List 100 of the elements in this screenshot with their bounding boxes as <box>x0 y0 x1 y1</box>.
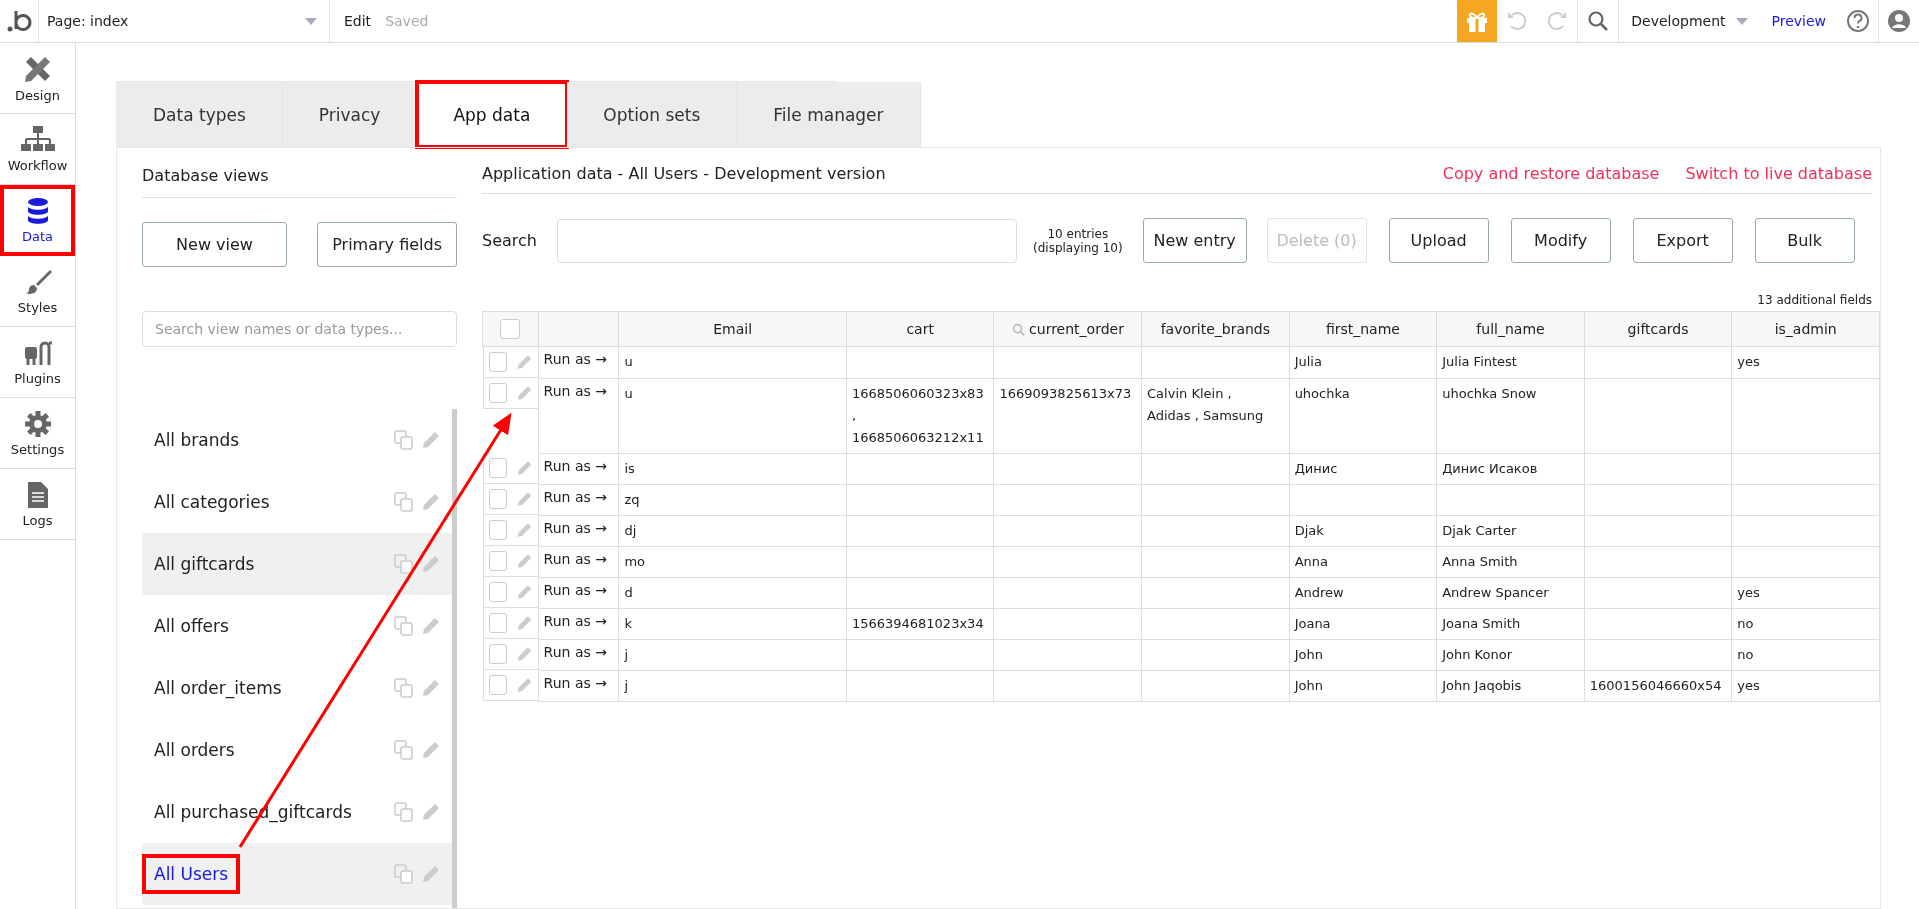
checkbox[interactable] <box>488 644 508 664</box>
checkbox[interactable] <box>500 319 521 339</box>
action-button[interactable]: New view <box>142 222 287 267</box>
action-button[interactable]: Bulk <box>1754 218 1855 263</box>
pencil-icon[interactable] <box>517 615 533 631</box>
gift-button[interactable] <box>1457 0 1498 42</box>
action-button[interactable]: Export <box>1632 218 1733 263</box>
section-title: Application data - All Users - Development version <box>482 164 886 183</box>
nav-item[interactable]: Logs <box>0 469 75 540</box>
save-status: Saved <box>385 13 429 29</box>
view-list-item[interactable]: All orders <box>142 719 452 781</box>
pencil-icon[interactable] <box>517 460 533 476</box>
pencil-icon[interactable] <box>422 555 440 573</box>
table-cell-text: no <box>1737 614 1755 633</box>
checkbox[interactable] <box>488 520 508 540</box>
view-list-item[interactable]: All offers <box>142 595 452 657</box>
pencil-icon[interactable] <box>517 354 533 370</box>
pencil-icon[interactable] <box>517 553 533 569</box>
column-header[interactable]: cart <box>846 311 994 347</box>
database-link[interactable]: Switch to live database <box>1685 164 1872 183</box>
pencil-icon[interactable] <box>422 431 440 449</box>
table-cell-text: Anna Smith <box>1442 552 1519 571</box>
column-header[interactable]: full_name <box>1436 311 1585 347</box>
pencil-icon[interactable] <box>517 491 533 507</box>
column-header[interactable]: current_order <box>993 311 1142 347</box>
nav-item[interactable]: Settings <box>0 398 75 469</box>
action-button[interactable]: Primary fields <box>317 222 457 267</box>
column-header[interactable]: giftcards <box>1584 311 1732 347</box>
column-header[interactable]: is_admin <box>1731 311 1880 347</box>
table-cell-text: Calvin Klein , <box>1147 384 1233 403</box>
search-field[interactable]: Search view names or data types... <box>142 311 457 347</box>
view-name: All giftcards <box>154 553 256 576</box>
table-cell-text: yes <box>1737 353 1761 371</box>
view-list-item[interactable]: All order_items <box>142 657 452 719</box>
search-label: Search <box>482 231 538 250</box>
table-cell-text: 1668506063212x11 <box>851 428 985 447</box>
table-cell-text: Djak <box>1294 521 1325 540</box>
column-header[interactable]: Email <box>618 311 847 347</box>
version-dropdown[interactable]: Development <box>1618 0 1760 42</box>
checkbox[interactable] <box>488 489 508 509</box>
view-name: All offers <box>154 615 230 638</box>
nav-item[interactable]: Styles <box>0 256 75 327</box>
pencil-icon[interactable] <box>422 493 440 511</box>
action-button[interactable]: Upload <box>1388 218 1489 263</box>
pencil-icon[interactable] <box>422 679 440 697</box>
checkbox[interactable] <box>488 383 508 403</box>
table-cell-text: yes <box>1737 676 1761 695</box>
run-as-link[interactable]: Run as → <box>543 382 607 399</box>
pencil-icon[interactable] <box>517 677 533 693</box>
view-list-item[interactable]: All Users <box>142 843 452 905</box>
table-cell-text: Julia <box>1294 353 1323 371</box>
nav-item[interactable]: Plugins <box>0 327 75 398</box>
checkbox[interactable] <box>488 458 508 478</box>
column-header[interactable]: first_name <box>1289 311 1437 347</box>
database-link[interactable]: Copy and restore database <box>1442 164 1660 183</box>
checkbox[interactable] <box>488 613 508 633</box>
table-cell-text: zq <box>624 490 641 509</box>
gear-icon <box>23 409 52 438</box>
table-cell-text: Joana Smith <box>1442 614 1522 633</box>
caret-icon <box>305 17 317 25</box>
table-cell-text: 1668506060323x83 <box>851 384 985 403</box>
pencil-icon[interactable] <box>517 385 533 401</box>
view-list-item[interactable]: All categories <box>142 471 452 533</box>
preview-link[interactable]: Preview <box>1759 13 1838 29</box>
document-icon <box>26 480 49 509</box>
view-name: All Users <box>142 854 241 894</box>
pencil-icon[interactable] <box>517 646 533 662</box>
table-cell-text: uhochka Snow <box>1442 384 1538 403</box>
pencil-icon[interactable] <box>422 865 440 883</box>
nav-item[interactable]: Workflow <box>0 114 75 185</box>
tab[interactable]: App data <box>417 82 568 147</box>
view-list-item[interactable]: All brands <box>142 409 452 471</box>
workflow-icon <box>20 125 55 154</box>
checkbox[interactable] <box>488 551 508 571</box>
column-header[interactable]: favorite_brands <box>1141 311 1290 347</box>
table-cell-text: j <box>624 676 630 695</box>
edit-menu[interactable]: Edit <box>344 13 372 29</box>
pencil-icon[interactable] <box>517 522 533 538</box>
table-cell-text: u <box>624 353 634 371</box>
view-list-item[interactable]: All giftcards <box>142 533 452 595</box>
nav-item[interactable]: Data <box>0 185 75 256</box>
table-cell-text: Динис Исаков <box>1442 459 1539 478</box>
table-cell-text: Adidas , Samsung <box>1147 406 1265 425</box>
action-button[interactable]: New entry <box>1142 218 1247 263</box>
nav-item[interactable]: Design <box>0 43 75 114</box>
action-button[interactable]: Modify <box>1510 218 1611 263</box>
scrollbar[interactable] <box>452 409 457 908</box>
checkbox[interactable] <box>488 352 508 372</box>
search-field[interactable] <box>557 218 1017 263</box>
pencil-icon[interactable] <box>422 617 440 635</box>
copy-icon[interactable] <box>394 554 414 574</box>
table-cell-text: John Konor <box>1442 645 1513 664</box>
pencil-icon[interactable] <box>517 584 533 600</box>
pencil-icon[interactable] <box>422 803 440 821</box>
page-dropdown[interactable]: Page: index <box>39 0 330 42</box>
table-cell-text: yes <box>1737 583 1761 602</box>
database-icon <box>26 196 49 225</box>
checkbox[interactable] <box>488 675 508 695</box>
pencil-icon[interactable] <box>422 741 440 759</box>
checkbox[interactable] <box>488 582 508 602</box>
